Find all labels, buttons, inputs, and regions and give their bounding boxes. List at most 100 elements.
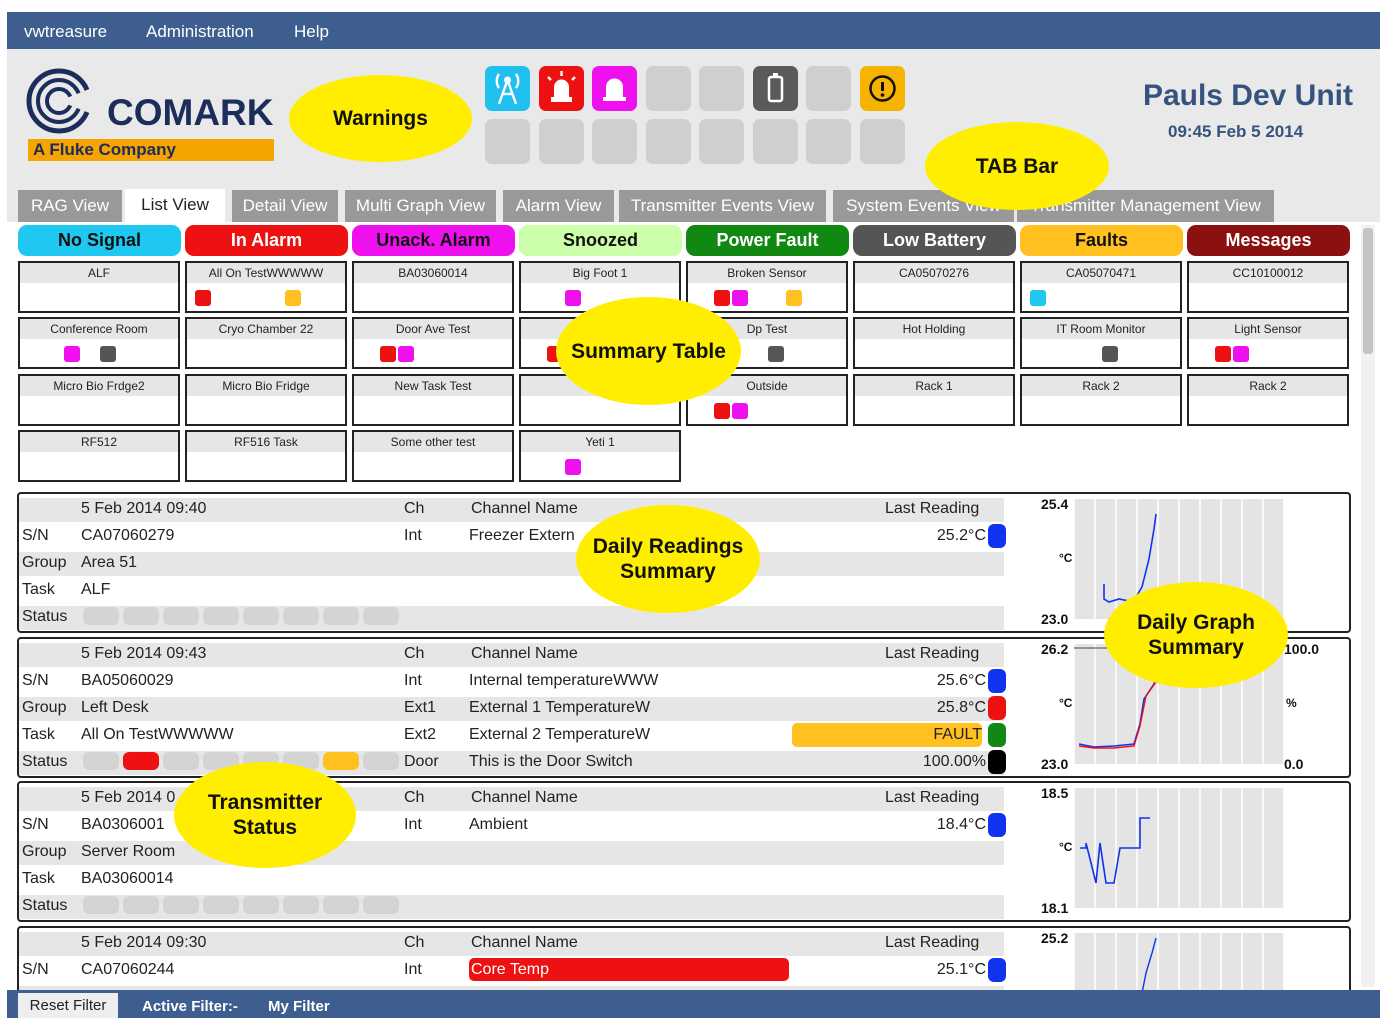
status-dot-icon: [732, 290, 748, 306]
status-key-low-battery[interactable]: Low Battery: [853, 225, 1016, 256]
summary-cell[interactable]: RF516 Task: [185, 429, 347, 482]
bell-icon[interactable]: [592, 66, 637, 111]
empty-slot-icon[interactable]: [699, 66, 744, 111]
channel-id: Int: [404, 961, 422, 978]
channel-color-icon: [988, 750, 1006, 774]
my-filter-label[interactable]: My Filter: [268, 998, 330, 1015]
summary-cell[interactable]: RF512: [18, 429, 180, 482]
status-key-no-signal[interactable]: No Signal: [18, 225, 181, 256]
summary-cell[interactable]: Broken Sensor: [686, 261, 848, 313]
summary-cell[interactable]: Door Ave Test: [352, 317, 514, 370]
summary-cell[interactable]: Micro Bio Frdge2: [18, 373, 180, 426]
status-dot-icon: [380, 346, 396, 363]
group-value: Server Room: [81, 843, 176, 860]
summary-cell-name: BA03060014: [354, 263, 512, 283]
last-reading-header: Last Reading: [885, 934, 980, 951]
logo-wordmark: COMARK: [107, 92, 274, 133]
summary-cell-name: Big Foot 1: [521, 263, 679, 283]
daily-graph[interactable]: [1073, 788, 1285, 908]
menu-administration[interactable]: Administration: [146, 22, 254, 42]
info-circle-icon[interactable]: [859, 66, 905, 111]
summary-cell[interactable]: CA05070471: [1020, 261, 1182, 313]
empty-slot-icon[interactable]: [806, 66, 851, 111]
menu-help[interactable]: Help: [294, 22, 329, 42]
summary-cell[interactable]: New Task Test: [352, 373, 514, 426]
summary-cell[interactable]: IT Room Monitor: [1020, 317, 1182, 370]
summary-cell[interactable]: All On TestWWWWW: [185, 261, 347, 313]
transmitter-panel[interactable]: 5 Feb 2014 09:30 Ch Channel Name Last Readi…: [17, 926, 1351, 994]
tab-detail-view[interactable]: Detail View: [232, 190, 338, 222]
siren-icon[interactable]: [538, 66, 584, 111]
status-indicator: [83, 607, 119, 625]
status-indicator: [203, 607, 239, 625]
menu-vwtreasure[interactable]: vwtreasure: [24, 22, 107, 42]
channel-id: Door: [404, 753, 439, 770]
battery-icon[interactable]: [752, 66, 798, 111]
tab-transmitter-events-view[interactable]: Transmitter Events View: [619, 190, 826, 222]
label-group: Group: [22, 843, 67, 860]
channel-color-icon: [988, 669, 1006, 693]
empty-slot-icon[interactable]: [645, 66, 691, 111]
summary-cell[interactable]: Rack 1: [853, 373, 1015, 426]
tab-rag-view[interactable]: RAG View: [18, 190, 122, 222]
empty-slot-icon: [859, 119, 905, 164]
channel-color-icon: [988, 723, 1006, 747]
daily-graph[interactable]: [1073, 933, 1285, 992]
status-key-snoozed[interactable]: Snoozed: [519, 225, 682, 256]
status-indicator: [243, 896, 279, 914]
status-dot-icon: [398, 346, 414, 363]
scrollbar-thumb[interactable]: [1363, 228, 1373, 354]
callout-tab-bar: TAB Bar: [925, 122, 1109, 210]
task-value: All On TestWWWWW: [81, 726, 234, 743]
status-dot-icon: [100, 346, 116, 363]
channel-name: Ambient: [469, 816, 528, 833]
summary-cell[interactable]: BA03060014: [352, 261, 514, 313]
graph-y-max: 25.4: [1041, 496, 1069, 512]
tab-list-view[interactable]: List View: [125, 189, 225, 224]
label-status: Status: [22, 608, 68, 625]
status-key-faults[interactable]: Faults: [1020, 225, 1183, 256]
summary-cell[interactable]: Rack 2: [1020, 373, 1182, 426]
status-indicator: [363, 607, 399, 625]
summary-cell[interactable]: Conference Room: [18, 317, 180, 370]
summary-cell[interactable]: Micro Bio Fridge: [185, 373, 347, 426]
status-indicator: [83, 752, 119, 770]
summary-cell-name: ALF: [20, 263, 178, 283]
status-key-in-alarm[interactable]: In Alarm: [185, 225, 348, 256]
summary-cell-name: Micro Bio Fridge: [187, 375, 345, 396]
summary-cell[interactable]: Rack 2: [1187, 373, 1349, 426]
summary-cell[interactable]: CA05070276: [853, 261, 1015, 313]
summary-cell[interactable]: Yeti 1: [519, 429, 681, 482]
summary-cell-name: Conference Room: [20, 319, 178, 340]
status-dot-icon: [565, 458, 581, 475]
summary-cell[interactable]: Some other test: [352, 429, 514, 482]
summary-cell[interactable]: Hot Holding: [853, 317, 1015, 370]
status-indicator: [363, 896, 399, 914]
summary-cell[interactable]: Cryo Chamber 22: [185, 317, 347, 370]
summary-cell[interactable]: Light Sensor: [1187, 317, 1349, 370]
reset-filter-button[interactable]: Reset Filter: [18, 993, 118, 1018]
channel-reading: 18.4°C: [936, 816, 986, 833]
summary-cell[interactable]: ALF: [18, 261, 180, 313]
status-indicator: [123, 896, 159, 914]
status-key-unack-alarm[interactable]: Unack. Alarm: [352, 225, 515, 256]
status-key-messages[interactable]: Messages: [1187, 225, 1350, 256]
status-dot-icon: [1215, 346, 1231, 363]
label-status: Status: [22, 897, 68, 914]
row-shade: [19, 552, 1004, 576]
channel-name: Freezer Extern: [469, 527, 575, 544]
tab-alarm-view[interactable]: Alarm View: [503, 190, 614, 222]
summary-cell-name: IT Room Monitor: [1022, 319, 1180, 340]
callout-daily-readings: Daily Readings Summary: [576, 505, 760, 613]
channel-color-icon: [988, 813, 1006, 837]
channel-name: Core Temp: [469, 958, 789, 981]
channel-color-icon: [988, 696, 1006, 720]
graph-trace: [1073, 788, 1285, 908]
summary-cell-name: All On TestWWWWW: [187, 263, 345, 283]
signal-tower-icon[interactable]: [485, 66, 530, 111]
status-key-power-fault[interactable]: Power Fault: [686, 225, 849, 256]
summary-cell[interactable]: CC10100012: [1187, 261, 1349, 313]
tab-multi-graph-view[interactable]: Multi Graph View: [345, 190, 496, 222]
callout-transmitter-status: Transmitter Status: [174, 762, 356, 868]
channel-id: Int: [404, 672, 422, 689]
